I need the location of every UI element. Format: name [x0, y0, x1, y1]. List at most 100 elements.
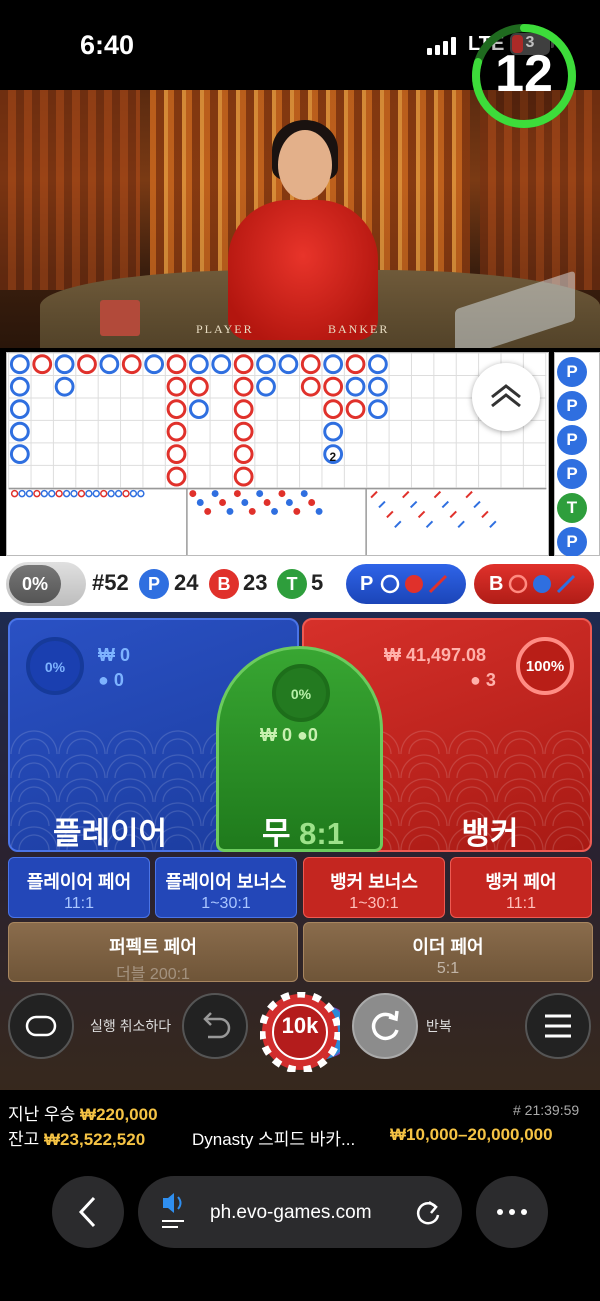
road-mark: [166, 376, 187, 397]
player-bonus-title: 플레이어 보너스: [165, 872, 287, 892]
balance: 잔고 ₩23,522,520: [8, 1125, 145, 1150]
derived-road-mark: [137, 489, 145, 498]
road-mark: [166, 399, 187, 420]
player-pair-payout: 11:1: [64, 895, 94, 912]
scoreboard-roads[interactable]: 2: [6, 352, 549, 556]
derived-road-mark: [433, 490, 442, 499]
derived-road-mark: [62, 489, 71, 498]
derived-road-mark: [378, 500, 386, 509]
percent-toggle-knob[interactable]: 0%: [9, 565, 61, 603]
road-mark: [233, 354, 254, 375]
derived-road-mark: [425, 520, 434, 528]
derived-road-mark: [441, 500, 450, 509]
either-pair-payout: 5:1: [436, 960, 460, 977]
derived-road-mark: [204, 507, 212, 515]
status-time: 6:40: [80, 30, 135, 60]
derived-road-mark: [196, 499, 204, 506]
balance-label: 잔고: [8, 1130, 40, 1149]
road-mark: [54, 354, 75, 375]
bet-limits[interactable]: ₩10,000–20,000,000: [390, 1125, 553, 1145]
derived-road-mark: [55, 489, 63, 498]
derived-road-mark: [248, 507, 256, 515]
derived-road-mark: [256, 490, 264, 498]
tie-payout: 8:1: [299, 816, 344, 851]
perfect-pair-bet[interactable]: 퍼펙트 페어 더블 200:1: [8, 922, 298, 983]
player-predict-label: P: [360, 573, 374, 595]
undo-button[interactable]: [182, 993, 248, 1059]
table-label-banker: BANKER: [328, 322, 390, 336]
derived-road-mark: [233, 490, 241, 498]
derived-road-mark: [402, 490, 410, 499]
either-pair-bet[interactable]: 이더 페어 5:1: [303, 922, 593, 982]
player-bonus-payout: 1~30:1: [201, 895, 251, 912]
road-mark: [323, 354, 344, 375]
road-mark: [345, 354, 366, 375]
banker-predict-label: B: [489, 573, 504, 595]
chevron-up-icon: [491, 384, 521, 408]
road-mark: [77, 354, 97, 375]
tie-amount: ₩ 0: [260, 725, 293, 745]
banker-bettors-count: 3: [485, 670, 496, 690]
bead-road-item: P: [557, 425, 587, 455]
repeat-button[interactable]: [352, 993, 418, 1059]
derived-road-mark: [300, 490, 308, 498]
derived-road-mark: [226, 507, 234, 515]
game-id: # 21:39:59: [513, 1102, 580, 1118]
tie-spot-title: 무 8:1: [262, 808, 344, 853]
perfect-pair-payout: 더블 200:1: [116, 966, 190, 983]
bead-road-item: P: [557, 527, 587, 557]
player-amount: ₩ 0: [98, 645, 131, 665]
either-pair-title: 이더 페어: [412, 937, 484, 957]
chip-tray-button[interactable]: [8, 993, 74, 1059]
road-mark: [300, 354, 321, 375]
road-mark: [9, 444, 30, 465]
road-mark: [166, 444, 187, 465]
banker-bonus-payout: 1~30:1: [349, 895, 399, 912]
chip-stack-icon: [25, 1015, 57, 1037]
road-mark: [9, 421, 30, 442]
url-text[interactable]: ph.evo-games.com: [210, 1202, 372, 1224]
player-pair-title: 플레이어 페어: [26, 872, 132, 892]
countdown-timer: 12: [495, 45, 553, 103]
banker-bonus-bet[interactable]: 뱅커 보너스 1~30:1: [303, 857, 445, 918]
player-bonus-bet[interactable]: 플레이어 보너스 1~30:1: [155, 857, 297, 918]
back-button[interactable]: [52, 1176, 124, 1248]
expand-roads-button[interactable]: [472, 363, 540, 431]
road-mark: [166, 421, 187, 442]
player-pair-bet[interactable]: 플레이어 페어 11:1: [8, 857, 150, 918]
derived-road-mark: [481, 510, 489, 519]
user-icon: ●: [297, 725, 308, 745]
banker-pair-bet[interactable]: 뱅커 페어 11:1: [450, 857, 592, 918]
road-mark: [233, 376, 254, 397]
bead-road-item: P: [557, 459, 587, 489]
reader-audio-icon[interactable]: [158, 1192, 190, 1232]
signal-icon: [427, 37, 457, 55]
road-mark: [368, 399, 388, 420]
banker-badge: B: [209, 569, 239, 599]
road-mark: [368, 376, 388, 397]
more-options-button[interactable]: [476, 1176, 548, 1248]
bead-road-item: P: [557, 391, 587, 421]
derived-road-mark: [465, 490, 473, 499]
banker-bettors: ● 3: [470, 670, 496, 691]
player-spot-title: 플레이어: [52, 816, 168, 851]
derived-road-mark: [92, 489, 101, 498]
derived-road-mark: [70, 489, 78, 498]
player-bettors-count: 0: [113, 670, 124, 690]
road-mark: [99, 354, 120, 375]
road-mark: [188, 376, 209, 397]
user-icon: ●: [470, 670, 481, 690]
road-mark: [233, 444, 254, 465]
bead-road-item: T: [557, 493, 587, 523]
derived-road-mark: [241, 499, 249, 506]
reload-icon[interactable]: [414, 1199, 442, 1227]
svg-text:2: 2: [329, 450, 336, 464]
road-mark: [32, 354, 53, 375]
tie-title: 무: [262, 816, 291, 851]
road-mark: [256, 354, 276, 375]
perfect-pair-title: 퍼펙트 페어: [109, 937, 197, 957]
derived-road-mark: [85, 489, 93, 498]
menu-button[interactable]: [525, 993, 591, 1059]
banker-pair-title: 뱅커 페어: [485, 872, 557, 892]
table-name[interactable]: Dynasty 스피드 바카...: [192, 1125, 355, 1150]
